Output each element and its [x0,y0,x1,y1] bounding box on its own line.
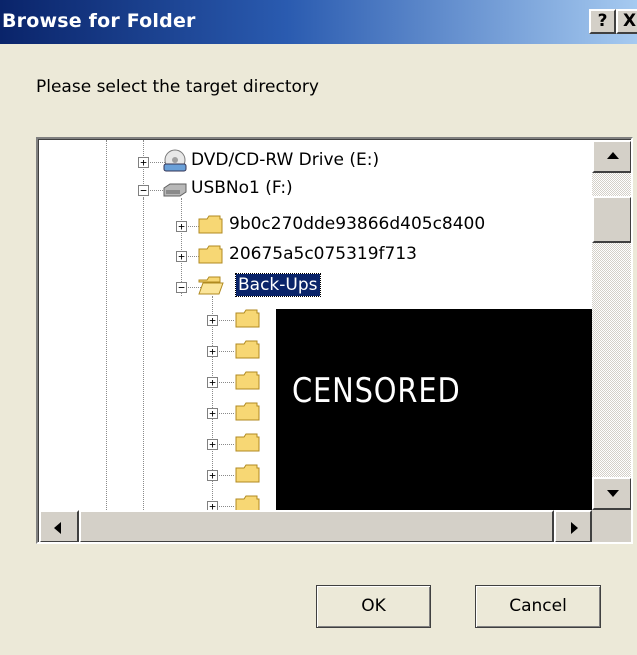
expand-button[interactable]: + [207,501,218,510]
instruction-text: Please select the target directory [36,77,319,97]
folder-icon [235,402,260,421]
expand-button[interactable]: + [207,470,218,481]
expand-button[interactable]: + [207,315,218,326]
left-arrow-icon [54,522,61,534]
expand-button[interactable]: + [176,251,187,262]
folder-icon [198,215,223,234]
up-arrow-icon [607,152,619,159]
close-button[interactable]: X [616,9,637,34]
expand-button[interactable]: + [138,157,149,168]
tree-item-label-selected[interactable]: Back-Ups [235,273,321,297]
right-arrow-icon [571,522,578,534]
folder-icon [235,495,260,510]
scroll-corner [592,510,631,542]
censor-label: CENSORED [292,371,461,411]
tree-item-label[interactable]: 9b0c270dde93866d405c8400 [227,213,487,235]
scroll-thumb-horizontal[interactable] [79,510,554,542]
scroll-thumb[interactable] [592,196,631,243]
scroll-left-button[interactable] [39,510,79,542]
cancel-button[interactable]: Cancel [475,585,601,628]
folder-tree-view[interactable]: + DVD/CD-RW Drive (E:) − USBNo1 (F:) + 9… [36,137,633,544]
tree-content: + DVD/CD-RW Drive (E:) − USBNo1 (F:) + 9… [39,140,592,510]
folder-icon [235,340,260,359]
removable-drive-icon [163,183,187,197]
expand-button[interactable]: + [207,408,218,419]
expand-button[interactable]: + [207,377,218,388]
dvd-drive-icon [163,149,187,172]
vertical-scrollbar[interactable] [592,140,631,510]
tree-item-label[interactable]: DVD/CD-RW Drive (E:) [189,149,381,171]
collapse-button[interactable]: − [176,282,187,293]
help-button[interactable]: ? [589,9,616,34]
folder-icon [198,245,223,264]
scroll-up-button[interactable] [592,140,631,173]
collapse-button[interactable]: − [138,185,149,196]
tree-line [143,198,144,510]
down-arrow-icon [607,490,619,497]
scroll-right-button[interactable] [554,510,592,542]
horizontal-scrollbar[interactable] [39,510,592,542]
open-folder-icon [198,276,224,295]
window-title: Browse for Folder [2,10,196,32]
expand-button[interactable]: + [207,439,218,450]
folder-icon [235,464,260,483]
folder-icon [235,371,260,390]
tree-item-label[interactable]: USBNo1 (F:) [189,177,295,199]
expand-button[interactable]: + [207,346,218,357]
tree-item-label[interactable]: 20675a5c075319f713 [227,243,419,265]
tree-line [106,140,107,510]
folder-icon [235,309,260,328]
censor-box: CENSORED [276,309,592,510]
browse-for-folder-dialog: Browse for Folder ? X Please select the … [0,0,637,655]
ok-button[interactable]: OK [316,585,431,628]
folder-icon [235,433,260,452]
expand-button[interactable]: + [176,221,187,232]
scroll-down-button[interactable] [592,477,631,510]
title-bar[interactable]: Browse for Folder ? X [0,0,637,44]
